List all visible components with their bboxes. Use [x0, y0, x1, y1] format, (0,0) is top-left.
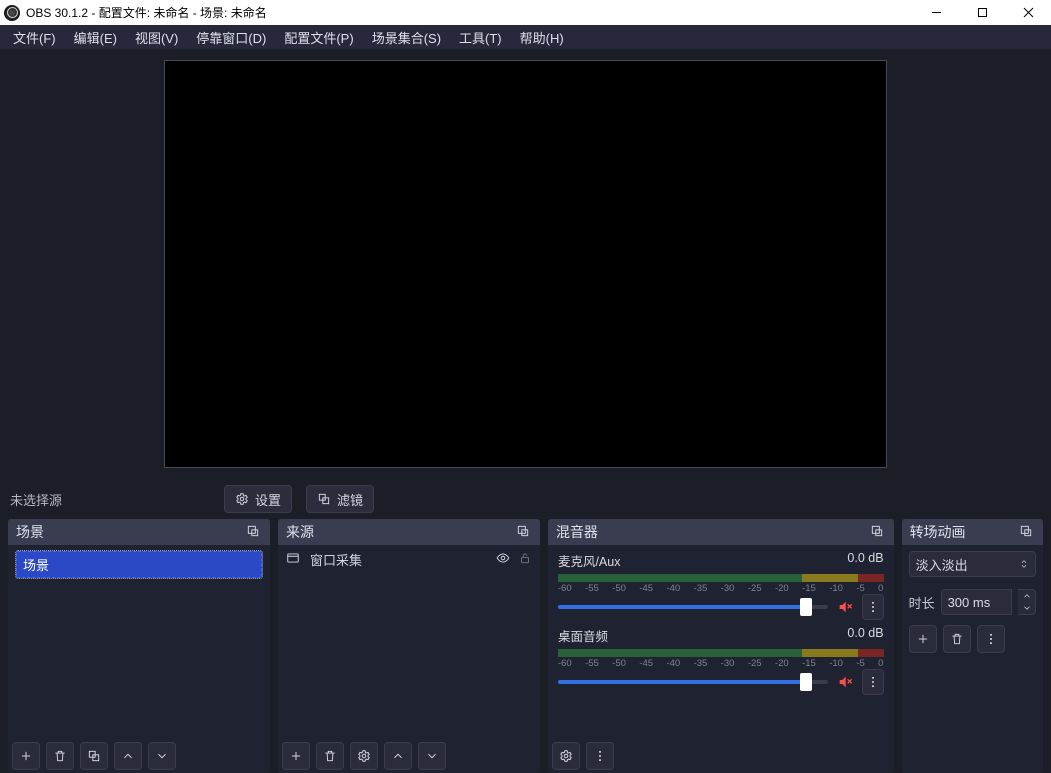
mixer-channel: 桌面音频 0.0 dB -60-55-50-45-40-35-30-25-20-15…	[548, 620, 894, 695]
window-close-button[interactable]	[1005, 0, 1051, 25]
preview-canvas[interactable]	[164, 60, 887, 468]
menu-bar: 文件(F) 编辑(E) 视图(V) 停靠窗口(D) 配置文件(P) 场景集合(S…	[0, 25, 1051, 49]
mixer-channel-db: 0.0 dB	[847, 626, 883, 645]
menu-view[interactable]: 视图(V)	[126, 25, 187, 50]
dock-popout-icon[interactable]	[516, 524, 532, 540]
mixer-channel-name: 桌面音频	[558, 626, 608, 645]
mixer-channel: 麦克风/Aux 0.0 dB -60-55-50-45-40-35-30-25-20…	[548, 545, 894, 620]
transition-duration-value: 300 ms	[948, 595, 991, 610]
stepper-down-icon[interactable]	[1018, 602, 1035, 614]
stepper-up-icon[interactable]	[1018, 590, 1035, 602]
source-properties-button[interactable]	[350, 742, 378, 770]
channel-menu-button[interactable]	[862, 669, 884, 695]
transition-remove-button[interactable]	[943, 625, 971, 653]
dock-popout-icon[interactable]	[1019, 524, 1035, 540]
source-add-button[interactable]	[282, 742, 310, 770]
scene-item[interactable]: 场景	[16, 551, 262, 578]
window-maximize-button[interactable]	[959, 0, 1005, 25]
sources-dock: 来源 窗口采集	[278, 519, 540, 773]
transition-add-button[interactable]	[909, 625, 937, 653]
mixer-channel-name: 麦克风/Aux	[558, 551, 621, 570]
source-move-up-button[interactable]	[384, 742, 412, 770]
transitions-dock: 转场动画 淡入淡出 时长 300 ms	[902, 519, 1043, 773]
scene-add-button[interactable]	[12, 742, 40, 770]
source-lock-toggle[interactable]	[518, 551, 532, 568]
filters-icon	[317, 492, 331, 506]
preview-area	[0, 49, 1051, 479]
chevron-updown-icon	[1019, 557, 1029, 572]
source-remove-button[interactable]	[316, 742, 344, 770]
transition-select[interactable]: 淡入淡出	[909, 551, 1036, 577]
scene-filter-button[interactable]	[80, 742, 108, 770]
menu-profile[interactable]: 配置文件(P)	[275, 25, 362, 50]
source-visibility-toggle[interactable]	[496, 551, 510, 568]
mute-button[interactable]	[836, 673, 854, 691]
sources-title: 来源	[286, 522, 314, 542]
audio-meter: -60-55-50-45-40-35-30-25-20-15-10-50	[558, 574, 884, 582]
source-properties-button[interactable]: 设置	[224, 485, 292, 513]
source-item-label: 窗口采集	[310, 550, 362, 569]
context-no-source-label: 未选择源	[10, 490, 210, 509]
window-titlebar: OBS 30.1.2 - 配置文件: 未命名 - 场景: 未命名	[0, 0, 1051, 25]
dock-popout-icon[interactable]	[246, 524, 262, 540]
window-capture-icon	[286, 551, 302, 567]
menu-tools[interactable]: 工具(T)	[450, 25, 511, 50]
mute-button[interactable]	[836, 598, 854, 616]
dock-popout-icon[interactable]	[870, 524, 886, 540]
menu-help[interactable]: 帮助(H)	[511, 25, 573, 50]
obs-logo-icon	[4, 5, 20, 21]
filters-button-label: 滤镜	[337, 490, 363, 509]
menu-file[interactable]: 文件(F)	[4, 25, 65, 50]
mixer-settings-button[interactable]	[552, 742, 580, 770]
transition-duration-stepper[interactable]	[1018, 589, 1036, 615]
scene-move-down-button[interactable]	[148, 742, 176, 770]
scenes-title: 场景	[16, 522, 44, 542]
mixer-channel-db: 0.0 dB	[847, 551, 883, 570]
source-move-down-button[interactable]	[418, 742, 446, 770]
gear-icon	[235, 492, 249, 506]
window-title: OBS 30.1.2 - 配置文件: 未命名 - 场景: 未命名	[26, 4, 267, 21]
channel-menu-button[interactable]	[862, 594, 884, 620]
menu-scenecol[interactable]: 场景集合(S)	[363, 25, 450, 50]
mixer-menu-button[interactable]	[586, 742, 614, 770]
mixer-dock: 混音器 麦克风/Aux 0.0 dB -60-55-50-45-40-35-30-2…	[548, 519, 894, 773]
volume-slider[interactable]	[558, 605, 828, 609]
scenes-dock: 场景 场景	[8, 519, 270, 773]
mixer-title: 混音器	[556, 522, 598, 542]
transition-menu-button[interactable]	[977, 625, 1005, 653]
source-filters-button[interactable]: 滤镜	[306, 485, 374, 513]
window-minimize-button[interactable]	[913, 0, 959, 25]
audio-meter: -60-55-50-45-40-35-30-25-20-15-10-50	[558, 649, 884, 657]
source-item[interactable]: 窗口采集	[278, 545, 540, 573]
transition-duration-input[interactable]: 300 ms	[941, 589, 1012, 615]
transition-duration-label: 时长	[909, 593, 935, 612]
transition-selected-label: 淡入淡出	[916, 555, 968, 574]
transitions-title: 转场动画	[910, 522, 966, 542]
menu-edit[interactable]: 编辑(E)	[65, 25, 126, 50]
volume-slider[interactable]	[558, 680, 828, 684]
scene-remove-button[interactable]	[46, 742, 74, 770]
menu-dock[interactable]: 停靠窗口(D)	[187, 25, 275, 50]
scene-move-up-button[interactable]	[114, 742, 142, 770]
properties-button-label: 设置	[255, 490, 281, 509]
